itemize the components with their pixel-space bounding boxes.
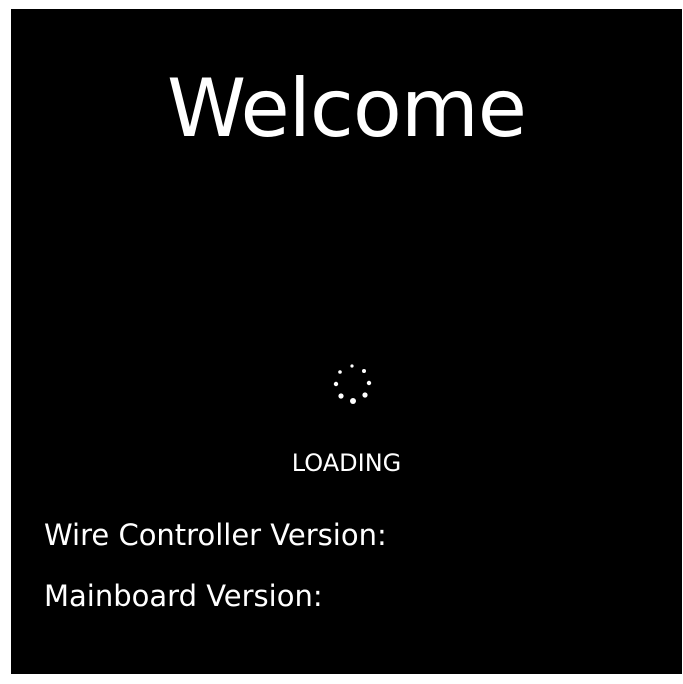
loading-label: LOADING: [291, 449, 402, 477]
loading-spinner-icon: [333, 364, 372, 404]
mainboard-version-label: Mainboard Version:: [44, 579, 323, 613]
welcome-title: Welcome: [167, 62, 527, 155]
wire-controller-version-label: Wire Controller Version:: [44, 518, 387, 552]
welcome-screen: Welcome LOADING Wire Controller Version:…: [11, 9, 682, 674]
